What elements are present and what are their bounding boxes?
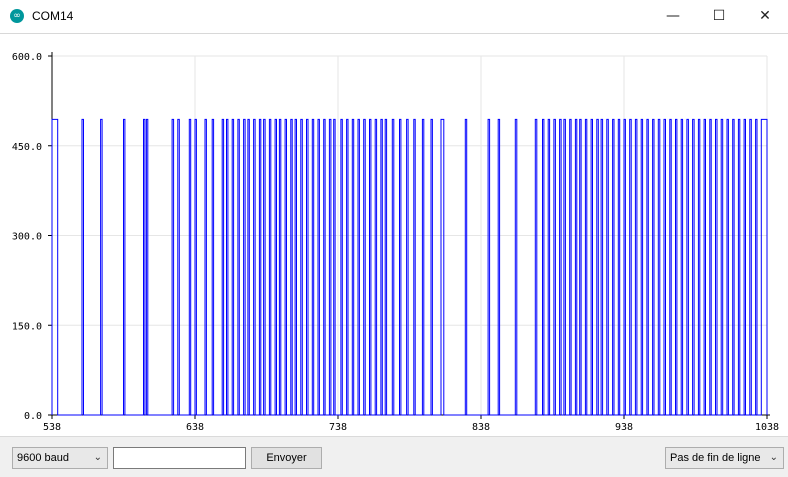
- y-tick-label: 300.0: [12, 232, 42, 243]
- maximize-button[interactable]: ☐: [696, 0, 742, 33]
- chevron-down-icon: ⌄: [93, 452, 102, 463]
- send-text-input[interactable]: [113, 447, 246, 469]
- chevron-down-icon: ⌄: [769, 452, 778, 463]
- title-bar: ∞ COM14 — ☐ ✕: [0, 0, 788, 34]
- plot-svg: 0.0 150.0 300.0 450.0 600.0 538 638 738 838 938 10…: [12, 52, 779, 433]
- x-tick-label: 1038: [755, 422, 779, 433]
- line-ending-select[interactable]: Pas de fin de ligne ⌄: [665, 447, 784, 469]
- window-title: COM14: [32, 9, 74, 23]
- y-tick-label: 0.0: [24, 411, 42, 422]
- x-tick-label: 938: [615, 422, 633, 433]
- baud-rate-value: 9600 baud: [17, 452, 69, 464]
- x-tick-label: 638: [186, 422, 204, 433]
- arduino-logo-icon: ∞: [10, 9, 24, 23]
- close-button[interactable]: ✕: [742, 0, 788, 33]
- serial-plotter: 0.0 150.0 300.0 450.0 600.0 538 638 738 838 938 10…: [0, 34, 788, 436]
- x-tick-label: 538: [43, 422, 61, 433]
- bottom-toolbar: 9600 baud ⌄ Envoyer Pas de fin de ligne …: [0, 436, 788, 477]
- axes: [51, 52, 770, 416]
- send-button[interactable]: Envoyer: [251, 447, 322, 469]
- y-tick-label: 450.0: [12, 142, 42, 153]
- minimize-button[interactable]: —: [650, 0, 696, 33]
- series-line: [51, 118, 768, 416]
- x-tick-label: 738: [329, 422, 347, 433]
- y-tick-label: 150.0: [12, 321, 42, 332]
- line-ending-value: Pas de fin de ligne: [670, 452, 761, 464]
- y-tick-label: 600.0: [12, 52, 42, 63]
- baud-rate-select[interactable]: 9600 baud ⌄: [12, 447, 108, 469]
- x-tick-label: 838: [472, 422, 490, 433]
